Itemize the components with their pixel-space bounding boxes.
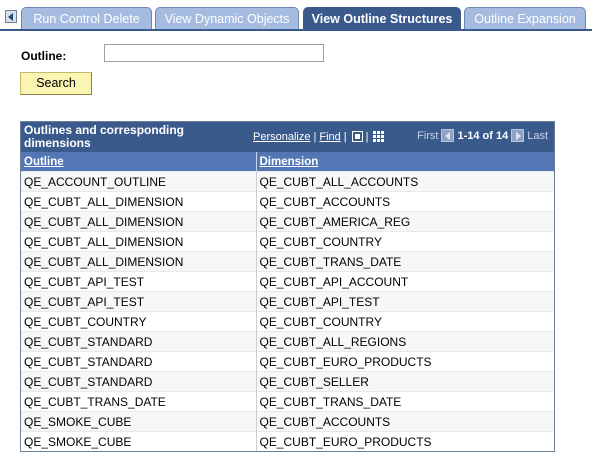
outline-cell: QE_CUBT_ALL_DIMENSION bbox=[21, 251, 257, 272]
column-header-outline[interactable]: Outline bbox=[21, 152, 257, 172]
outline-cell: QE_CUBT_ALL_DIMENSION bbox=[21, 211, 257, 232]
dimension-cell: QE_CUBT_TRANS_DATE bbox=[256, 251, 554, 272]
outlines-grid: Outlines and corresponding dimensions Pe… bbox=[20, 121, 555, 452]
outline-label: Outline: bbox=[21, 49, 67, 63]
grid-title: Outlines and corresponding dimensions bbox=[24, 123, 185, 150]
table-row: QE_ACCOUNT_OUTLINE QE_CUBT_ALL_ACCOUNTS bbox=[21, 171, 554, 192]
dimension-cell: QE_CUBT_COUNTRY bbox=[256, 311, 554, 332]
dimension-cell: QE_CUBT_ACCOUNTS bbox=[256, 411, 554, 432]
first-label[interactable]: First bbox=[417, 130, 438, 142]
tab-scroll-left-icon[interactable] bbox=[5, 10, 17, 23]
row-count: 1-14 of 14 bbox=[457, 129, 509, 142]
tab-underline bbox=[0, 29, 592, 31]
column-header-dimension[interactable]: Dimension bbox=[256, 152, 554, 172]
tab-run-control-delete[interactable]: Run Control Delete bbox=[21, 7, 152, 30]
table-row: QE_CUBT_STANDARD QE_CUBT_SELLER bbox=[21, 371, 554, 392]
outline-cell: QE_CUBT_COUNTRY bbox=[21, 311, 257, 332]
dimension-cell: QE_CUBT_ALL_REGIONS bbox=[256, 331, 554, 352]
table-row: QE_CUBT_STANDARD QE_CUBT_EURO_PRODUCTS bbox=[21, 351, 554, 372]
outline-cell: QE_CUBT_STANDARD bbox=[21, 351, 257, 372]
tab-strip: Run Control Delete View Dynamic Objects … bbox=[0, 0, 592, 31]
outline-cell: QE_CUBT_STANDARD bbox=[21, 331, 257, 352]
table-row: QE_SMOKE_CUBE QE_CUBT_ACCOUNTS bbox=[21, 411, 554, 432]
table-row: QE_CUBT_API_TEST QE_CUBT_API_ACCOUNT bbox=[21, 271, 554, 292]
outline-cell: QE_CUBT_API_TEST bbox=[21, 291, 257, 312]
outline-cell: QE_CUBT_ALL_DIMENSION bbox=[21, 191, 257, 212]
dimension-cell: QE_CUBT_TRANS_DATE bbox=[256, 391, 554, 412]
table-row: QE_CUBT_STANDARD QE_CUBT_ALL_REGIONS bbox=[21, 331, 554, 352]
dimension-cell: QE_CUBT_API_ACCOUNT bbox=[256, 271, 554, 292]
outline-cell: QE_SMOKE_CUBE bbox=[21, 411, 257, 432]
column-header-row: Outline Dimension bbox=[21, 152, 554, 172]
grid-pager: First 1-14 of 14 Last bbox=[417, 129, 548, 145]
table-row: QE_CUBT_ALL_DIMENSION QE_CUBT_ACCOUNTS bbox=[21, 191, 554, 212]
table-row: QE_CUBT_TRANS_DATE QE_CUBT_TRANS_DATE bbox=[21, 391, 554, 412]
last-label[interactable]: Last bbox=[527, 130, 548, 142]
separator: | bbox=[343, 131, 347, 143]
separator: | bbox=[313, 131, 317, 143]
outline-cell: QE_CUBT_STANDARD bbox=[21, 371, 257, 392]
arrow-left-icon[interactable] bbox=[441, 129, 455, 142]
table-row: QE_CUBT_ALL_DIMENSION QE_CUBT_COUNTRY bbox=[21, 231, 554, 252]
search-button[interactable]: Search bbox=[20, 72, 92, 95]
outline-cell: QE_CUBT_ALL_DIMENSION bbox=[21, 231, 257, 252]
personalize-link[interactable]: Personalize bbox=[253, 131, 310, 143]
view-all-icon[interactable] bbox=[351, 131, 363, 142]
dimension-cell: QE_CUBT_EURO_PRODUCTS bbox=[256, 351, 554, 372]
dimension-cell: QE_CUBT_ACCOUNTS bbox=[256, 191, 554, 212]
separator: | bbox=[365, 131, 369, 143]
grid-header: Outlines and corresponding dimensions Pe… bbox=[21, 122, 554, 152]
grid-toolbar: Personalize | Find | | bbox=[253, 131, 385, 145]
dimension-cell: QE_CUBT_ALL_ACCOUNTS bbox=[256, 171, 554, 192]
find-link[interactable]: Find bbox=[319, 131, 340, 143]
tab-outline-expansion[interactable]: Outline Expansion bbox=[464, 7, 586, 30]
download-grid-icon[interactable] bbox=[373, 131, 385, 142]
dimension-cell: QE_CUBT_SELLER bbox=[256, 371, 554, 392]
outline-cell: QE_ACCOUNT_OUTLINE bbox=[21, 171, 257, 192]
table-row: QE_CUBT_COUNTRY QE_CUBT_COUNTRY bbox=[21, 311, 554, 332]
outline-input[interactable] bbox=[104, 44, 324, 62]
table-row: QE_CUBT_ALL_DIMENSION QE_CUBT_AMERICA_REG bbox=[21, 211, 554, 232]
arrow-right-icon[interactable] bbox=[511, 129, 525, 142]
dimension-cell: QE_CUBT_API_TEST bbox=[256, 291, 554, 312]
outlines-table: Outline Dimension QE_ACCOUNT_OUTLINE QE_C… bbox=[21, 152, 554, 451]
tab-view-outline-structures[interactable]: View Outline Structures bbox=[303, 7, 461, 30]
grid-body: QE_ACCOUNT_OUTLINE QE_CUBT_ALL_ACCOUNTS QE… bbox=[21, 171, 554, 451]
table-row: QE_CUBT_ALL_DIMENSION QE_CUBT_TRANS_DATE bbox=[21, 251, 554, 272]
outline-cell: QE_CUBT_API_TEST bbox=[21, 271, 257, 292]
outline-cell: QE_SMOKE_CUBE bbox=[21, 431, 257, 451]
outline-cell: QE_CUBT_TRANS_DATE bbox=[21, 391, 257, 412]
table-row: QE_CUBT_API_TEST QE_CUBT_API_TEST bbox=[21, 291, 554, 312]
tab-view-dynamic-objects[interactable]: View Dynamic Objects bbox=[155, 7, 299, 30]
table-row: QE_SMOKE_CUBE QE_CUBT_EURO_PRODUCTS bbox=[21, 431, 554, 451]
dimension-cell: QE_CUBT_EURO_PRODUCTS bbox=[256, 431, 554, 451]
dimension-cell: QE_CUBT_AMERICA_REG bbox=[256, 211, 554, 232]
dimension-cell: QE_CUBT_COUNTRY bbox=[256, 231, 554, 252]
